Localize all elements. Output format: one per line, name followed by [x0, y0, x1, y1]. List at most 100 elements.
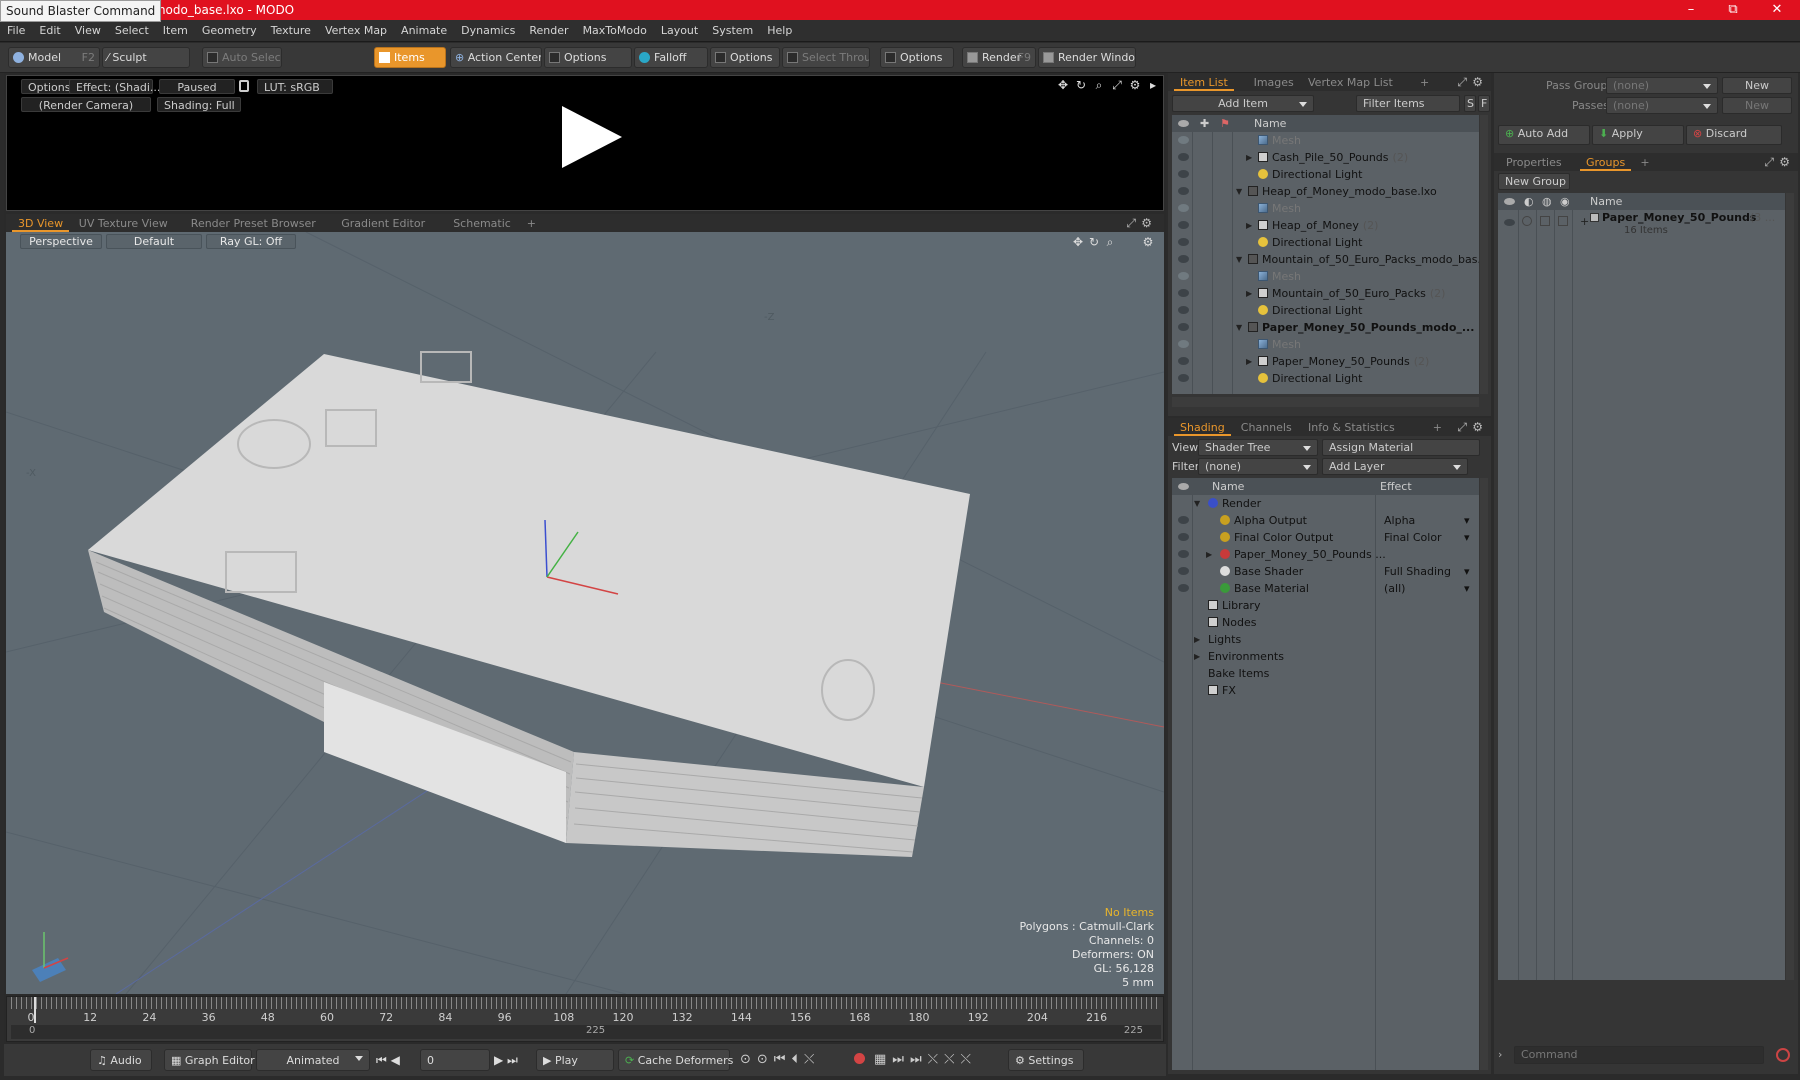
menu-animate[interactable]: Animate	[394, 20, 454, 42]
3d-viewport[interactable]: Perspective Default Ray GL: Off -Z -X ✥ …	[6, 232, 1164, 994]
settings-button[interactable]: ⚙ Settings	[1008, 1049, 1084, 1071]
key-nav-icons[interactable]: ▦⏭⏭⤬⤬⤬	[874, 1052, 977, 1067]
eye-icon[interactable]	[1178, 153, 1189, 161]
maximize-button[interactable]: ⧉	[1710, 0, 1756, 20]
expand-icon[interactable]: ⤢	[1457, 420, 1467, 435]
eye-icon[interactable]	[1178, 550, 1189, 558]
apply-button[interactable]: ⬇ Apply	[1592, 125, 1684, 145]
add-tab-icon[interactable]: +	[521, 214, 542, 232]
tab-uv-texture-view[interactable]: UV Texture View	[73, 214, 174, 232]
item-row[interactable]: Directional Light	[1172, 370, 1479, 387]
add-tab-icon[interactable]: +	[1414, 73, 1435, 91]
shader-row[interactable]: Alpha Output Alpha ▾	[1172, 512, 1479, 529]
eye-icon[interactable]	[1178, 221, 1189, 229]
item-row[interactable]: ▶ Cash_Pile_50_Pounds (2)	[1172, 149, 1479, 166]
play-button[interactable]: ▶ Play	[536, 1049, 614, 1071]
item-row[interactable]: ▼ Heap_of_Money_modo_base.lxo	[1172, 183, 1479, 200]
tab-groups[interactable]: Groups	[1580, 153, 1632, 171]
menu-select[interactable]: Select	[108, 20, 156, 42]
menu-vertex-map[interactable]: Vertex Map	[318, 20, 394, 42]
eye-icon[interactable]	[1178, 306, 1189, 314]
tab-3d-view[interactable]: 3D View	[12, 214, 70, 232]
effect-dropdown[interactable]: (all)	[1384, 580, 1405, 597]
shader-row[interactable]: Nodes	[1172, 614, 1479, 631]
fit-icon[interactable]: ⤢	[1111, 79, 1123, 91]
raygl-button[interactable]: Ray GL: Off	[206, 234, 296, 249]
command-input[interactable]: Command	[1514, 1046, 1764, 1064]
item-list-hscrollbar[interactable]	[1172, 397, 1479, 407]
item-row[interactable]: ▼ Mountain_of_50_Euro_Packs_modo_bas...	[1172, 251, 1479, 268]
orbit-icon[interactable]: ↻	[1088, 236, 1100, 248]
items-mode-button[interactable]: Items	[374, 47, 446, 68]
passes-dropdown[interactable]: (none)	[1606, 97, 1718, 114]
lut-button[interactable]: LUT: sRGB	[257, 79, 333, 94]
menu-dynamics[interactable]: Dynamics	[454, 20, 522, 42]
eye-icon[interactable]	[1178, 187, 1189, 195]
tab-gradient-editor[interactable]: Gradient Editor	[335, 214, 431, 232]
menu-file[interactable]: File	[0, 20, 32, 42]
minimize-button[interactable]: –	[1668, 0, 1714, 20]
action-center-options-button[interactable]: Options	[544, 47, 632, 68]
eye-icon[interactable]	[1178, 289, 1189, 297]
expand-icon[interactable]: ▶	[1246, 353, 1252, 370]
menu-item[interactable]: Item	[156, 20, 195, 42]
eye-icon[interactable]	[1504, 219, 1515, 226]
transport-next-icons[interactable]: ▶ ⏭	[494, 1053, 518, 1068]
animated-dropdown[interactable]: Animated	[256, 1049, 370, 1071]
item-row[interactable]: ▶ Paper_Money_50_Pounds (2)	[1172, 353, 1479, 370]
frame-input[interactable]: 0	[420, 1049, 490, 1071]
eye-icon[interactable]	[1178, 374, 1189, 382]
eye-icon[interactable]	[1178, 516, 1189, 524]
sculpt-mode-button[interactable]: ⁄ Sculpt	[102, 47, 190, 68]
shader-row[interactable]: Bake Items	[1172, 665, 1479, 682]
preview-effect-button[interactable]: Effect: (Shadi...	[69, 79, 160, 94]
expand-icon[interactable]: ⤢	[1764, 155, 1774, 170]
discard-button[interactable]: ⊗ Discard	[1686, 125, 1782, 145]
move-icon[interactable]: ✥	[1057, 79, 1069, 91]
item-row[interactable]: Mesh	[1172, 200, 1479, 217]
new-pass-button[interactable]: New	[1722, 97, 1792, 114]
expand-icon[interactable]: ⤢	[1457, 75, 1467, 90]
chevron-down-icon[interactable]: ▾	[1464, 512, 1470, 529]
eye-icon[interactable]	[1178, 357, 1189, 365]
shader-row[interactable]: ▶ Lights	[1172, 631, 1479, 648]
auto-add-button[interactable]: ⊕ Auto Add	[1498, 125, 1590, 145]
new-group-button[interactable]: New Group	[1498, 173, 1570, 190]
menu-help[interactable]: Help	[760, 20, 799, 42]
render-button[interactable]: Render F9	[962, 47, 1036, 68]
gear-icon[interactable]: ⚙	[1779, 155, 1790, 169]
add-item-dropdown[interactable]: Add Item	[1172, 95, 1314, 112]
menu-geometry[interactable]: Geometry	[195, 20, 264, 42]
expand-icon[interactable]: ⤢	[1126, 216, 1136, 231]
item-row[interactable]: Directional Light	[1172, 302, 1479, 319]
play-icon[interactable]	[562, 106, 622, 168]
shader-view-dropdown[interactable]: Shader Tree	[1198, 439, 1318, 456]
assign-material-button[interactable]: Assign Material	[1322, 439, 1480, 456]
graph-editor-button[interactable]: ▦ Graph Editor	[164, 1049, 255, 1071]
shader-row[interactable]: ▶ Paper_Money_50_Pounds ...	[1172, 546, 1479, 563]
falloff-options-button[interactable]: Options	[710, 47, 780, 68]
audio-button[interactable]: ♫ Audio	[90, 1049, 152, 1071]
menu-system[interactable]: System	[705, 20, 760, 42]
collapse-icon[interactable]: ▼	[1194, 495, 1200, 512]
s-toggle[interactable]: S	[1464, 95, 1476, 112]
preview-paused-button[interactable]: Paused	[159, 79, 235, 94]
add-layer-dropdown[interactable]: Add Layer	[1322, 458, 1468, 475]
item-row[interactable]: Mesh	[1172, 132, 1479, 149]
eye-icon[interactable]	[1178, 255, 1189, 263]
shader-row[interactable]: FX	[1172, 682, 1479, 699]
eye-icon[interactable]	[1178, 272, 1189, 280]
key-tools-icons[interactable]: ⊙⊙⏮⏴⤬	[740, 1052, 820, 1067]
shader-row[interactable]: Base Material (all) ▾	[1172, 580, 1479, 597]
tab-render-preset-browser[interactable]: Render Preset Browser	[185, 214, 322, 232]
chevron-down-icon[interactable]: ▾	[1464, 529, 1470, 546]
render-camera-button[interactable]: (Render Camera)	[21, 97, 151, 112]
f-toggle[interactable]: F	[1478, 95, 1490, 112]
pass-groups-dropdown[interactable]: (none)	[1606, 77, 1718, 94]
new-pass-group-button[interactable]: New	[1722, 77, 1792, 94]
select-through-button[interactable]: Select Through	[782, 47, 870, 68]
transport-prev-icons[interactable]: ⏮ ◀	[376, 1053, 400, 1068]
item-row[interactable]: Directional Light	[1172, 234, 1479, 251]
eye-icon[interactable]	[1178, 170, 1189, 178]
item-list-scrollbar[interactable]	[1480, 115, 1488, 394]
